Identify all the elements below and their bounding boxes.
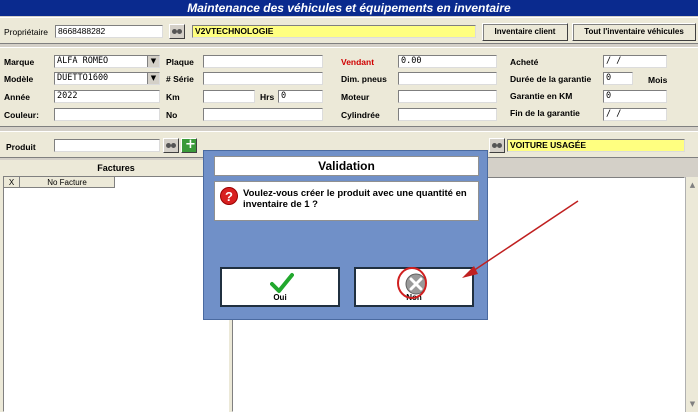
annotation-arrow-icon [397, 200, 579, 299]
